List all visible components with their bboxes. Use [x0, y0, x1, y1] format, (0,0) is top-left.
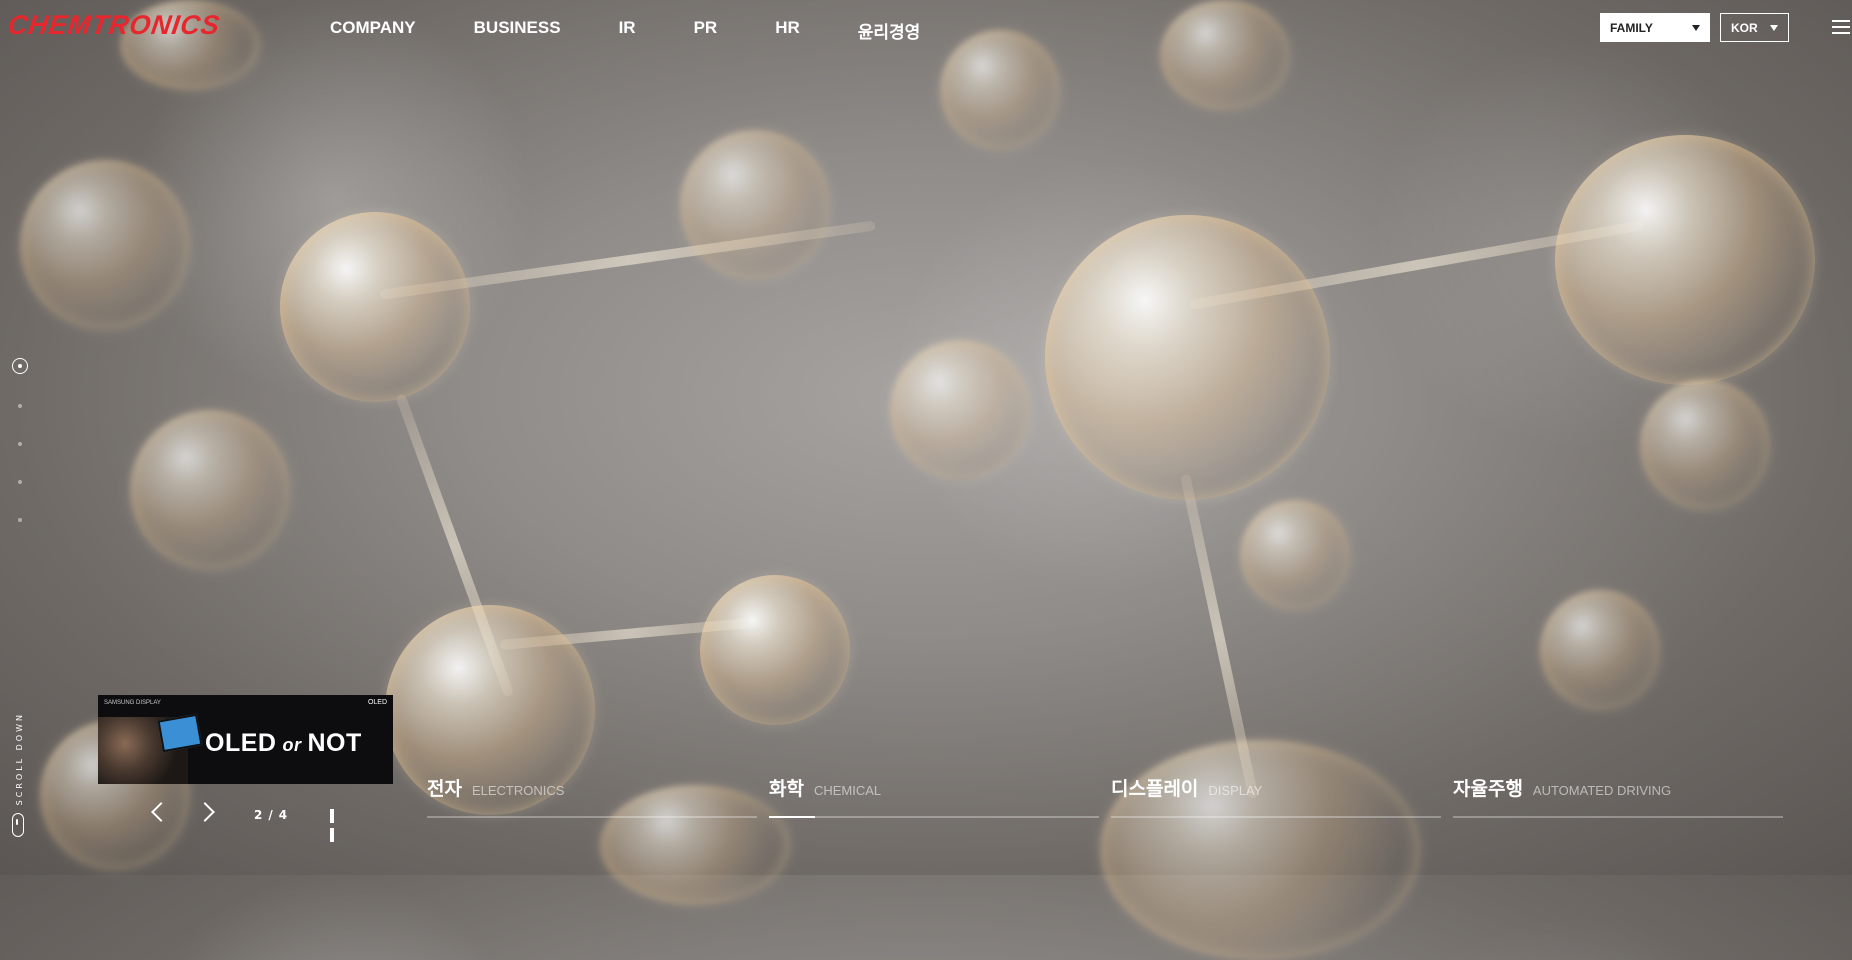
molecule-bubble	[20, 160, 190, 330]
nav-hr[interactable]: HR	[775, 18, 800, 43]
nav-company[interactable]: COMPANY	[330, 18, 416, 43]
scroll-down-indicator[interactable]: SCROLL DOWN	[12, 712, 33, 838]
molecule-bubble	[890, 340, 1030, 480]
nav-ir[interactable]: IR	[619, 18, 636, 43]
molecule-bubble	[280, 212, 470, 402]
pager-dot-4[interactable]	[18, 480, 22, 484]
pager-dot-3[interactable]	[18, 442, 22, 446]
pager-dot-2[interactable]	[18, 404, 22, 408]
tab-automated-driving-ko: 자율주행	[1453, 778, 1523, 800]
slide-counter: 2/4	[254, 808, 291, 822]
molecule-bubble	[1100, 740, 1420, 960]
pager-dot-1[interactable]	[12, 358, 28, 374]
site-header: CHEMTRONICS COMPANY BUSINESS IR PR HR 윤리…	[0, 0, 1852, 56]
main-navigation: COMPANY BUSINESS IR PR HR 윤리경영	[330, 18, 978, 43]
thumbnail-title-right: NOT	[307, 729, 362, 757]
nav-pr[interactable]: PR	[694, 18, 718, 43]
dropdown-caret-icon	[1692, 24, 1700, 31]
family-select-label: FAMILY	[1610, 20, 1653, 35]
thumbnail-title-left: OLED	[205, 729, 277, 757]
tab-electronics-en: ELECTRONICS	[471, 783, 565, 798]
tab-chemical-track	[769, 816, 1099, 818]
nav-ethics[interactable]: 윤리경영	[858, 18, 921, 43]
pager-dot-5[interactable]	[18, 518, 22, 522]
tab-electronics-ko: 전자	[427, 778, 462, 800]
tab-automated-driving[interactable]: 자율주행 AUTOMATED DRIVING	[1453, 774, 1783, 818]
video-thumbnail[interactable]: SAMSUNG DISPLAY OLED OLED or NOT	[98, 695, 393, 784]
thumbnail-brand: SAMSUNG DISPLAY	[104, 700, 161, 706]
tab-chemical-progress	[769, 816, 816, 818]
tab-automated-driving-en: AUTOMATED DRIVING	[1532, 783, 1672, 798]
chemtronics-logo[interactable]: CHEMTRONICS	[6, 10, 222, 41]
side-pager	[10, 358, 30, 556]
tab-chemical-en: CHEMICAL	[813, 783, 882, 798]
molecule-bubble	[130, 410, 290, 570]
tab-electronics-track	[427, 816, 757, 818]
thumbnail-title-mid: or	[282, 735, 302, 755]
chevron-right-icon[interactable]	[198, 803, 212, 817]
family-site-select[interactable]: FAMILY	[1600, 13, 1710, 42]
tab-chemical[interactable]: 화학 CHEMICAL	[769, 774, 1099, 818]
molecule-bubble	[1640, 380, 1770, 510]
tab-display-en: DISPLAY	[1208, 783, 1263, 798]
tab-automated-driving-track	[1453, 816, 1783, 818]
tablet-illustration	[157, 713, 203, 753]
molecule-bubble	[700, 575, 850, 725]
slide-current: 2	[254, 808, 267, 822]
tab-display-ko: 디스플레이	[1111, 778, 1199, 800]
language-select[interactable]: KOR	[1720, 13, 1789, 42]
chevron-left-icon[interactable]	[150, 803, 164, 817]
molecule-bubble	[1240, 500, 1350, 610]
thumbnail-title: OLED or NOT	[205, 729, 362, 758]
molecule-bubble	[1540, 590, 1660, 710]
business-tabs: 전자 ELECTRONICS 화학 CHEMICAL 디스플레이 DISPLAY…	[427, 774, 1783, 818]
language-select-label: KOR	[1731, 20, 1758, 35]
dropdown-caret-icon	[1770, 24, 1778, 31]
tab-display[interactable]: 디스플레이 DISPLAY	[1111, 774, 1441, 818]
hamburger-icon[interactable]	[1832, 20, 1850, 34]
molecule-bubble	[1045, 215, 1330, 500]
tab-display-track	[1111, 816, 1441, 818]
tab-electronics[interactable]: 전자 ELECTRONICS	[427, 774, 757, 818]
molecule-bubble	[1555, 135, 1815, 385]
pause-icon[interactable]	[330, 808, 342, 842]
molecule-bubble	[680, 130, 830, 280]
mouse-icon	[12, 813, 24, 838]
nav-business[interactable]: BUSINESS	[474, 18, 561, 43]
tab-chemical-ko: 화학	[769, 778, 804, 800]
slide-separator: /	[268, 808, 277, 822]
thumbnail-oled-mark: OLED	[367, 699, 387, 706]
scroll-down-label: SCROLL DOWN	[15, 712, 24, 806]
slide-total: 4	[278, 808, 292, 822]
